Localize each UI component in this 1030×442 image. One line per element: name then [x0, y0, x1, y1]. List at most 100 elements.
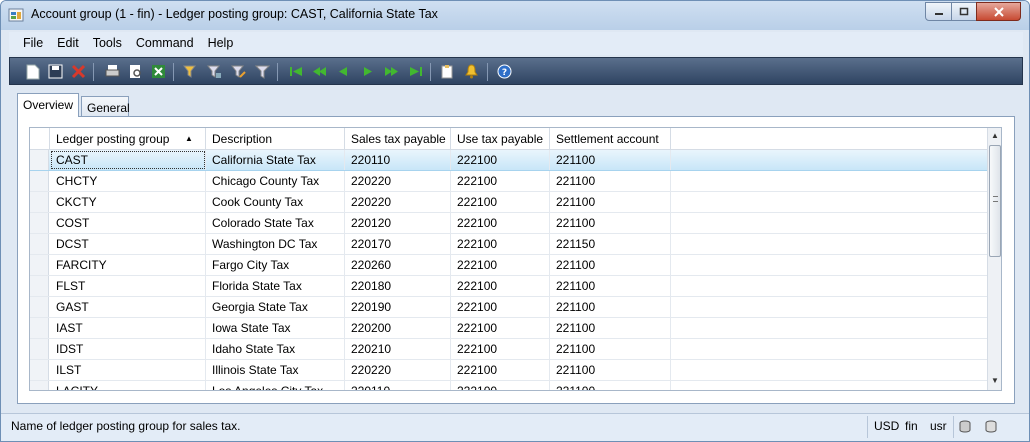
- delete-icon[interactable]: [70, 63, 87, 80]
- cell-settlement-account[interactable]: 221150: [550, 234, 671, 254]
- table-row[interactable]: CHCTY Chicago County Tax 220220 222100 22110…: [30, 171, 988, 192]
- cell-sales-tax-payable[interactable]: 220110: [345, 150, 451, 170]
- cell-description[interactable]: Colorado State Tax: [206, 213, 345, 233]
- cell-settlement-account[interactable]: 221100: [550, 255, 671, 275]
- cell-description[interactable]: Idaho State Tax: [206, 339, 345, 359]
- filter-by-selection-icon[interactable]: [182, 63, 199, 80]
- cell-sales-tax-payable[interactable]: 220260: [345, 255, 451, 275]
- row-selector[interactable]: [30, 192, 49, 212]
- cell-settlement-account[interactable]: 221100: [550, 360, 671, 380]
- table-row[interactable]: FLST Florida State Tax 220180 222100 221100: [30, 276, 988, 297]
- cell-sales-tax-payable[interactable]: 220220: [345, 360, 451, 380]
- table-row[interactable]: CAST California State Tax 220110 222100 2211…: [30, 150, 988, 171]
- save-icon[interactable]: [47, 63, 64, 80]
- column-header-sales-tax-payable[interactable]: Sales tax payable: [345, 128, 451, 150]
- cell-settlement-account[interactable]: 221100: [550, 150, 671, 170]
- menu-tools[interactable]: Tools: [86, 32, 129, 55]
- vertical-scrollbar[interactable]: ▲ ▼: [987, 128, 1001, 390]
- column-header-ledger-posting-group[interactable]: Ledger posting group ▲: [50, 128, 206, 150]
- cell-ledger-posting-group[interactable]: IDST: [50, 339, 206, 359]
- document-handling-icon[interactable]: [439, 63, 456, 80]
- cell-use-tax-payable[interactable]: 222100: [451, 276, 550, 296]
- menu-file[interactable]: File: [9, 32, 50, 55]
- cell-sales-tax-payable[interactable]: 220210: [345, 339, 451, 359]
- tab-overview[interactable]: Overview: [17, 93, 80, 117]
- row-selector[interactable]: [30, 276, 49, 296]
- cell-ledger-posting-group[interactable]: FLST: [50, 276, 206, 296]
- close-button[interactable]: [976, 2, 1021, 21]
- cell-sales-tax-payable[interactable]: 220220: [345, 171, 451, 191]
- minimize-button[interactable]: [925, 2, 952, 21]
- cell-description[interactable]: Georgia State Tax: [206, 297, 345, 317]
- menu-command[interactable]: Command: [129, 32, 201, 55]
- cell-sales-tax-payable[interactable]: 220190: [345, 297, 451, 317]
- cell-ledger-posting-group[interactable]: FARCITY: [50, 255, 206, 275]
- cell-use-tax-payable[interactable]: 222100: [451, 213, 550, 233]
- cell-settlement-account[interactable]: 221100: [550, 192, 671, 212]
- menu-help[interactable]: Help: [201, 32, 241, 55]
- cell-ledger-posting-group[interactable]: CKCTY: [50, 192, 206, 212]
- cell-description[interactable]: Cook County Tax: [206, 192, 345, 212]
- row-selector[interactable]: [30, 213, 49, 233]
- cell-use-tax-payable[interactable]: 222100: [451, 318, 550, 338]
- cell-use-tax-payable[interactable]: 222100: [451, 192, 550, 212]
- cell-description[interactable]: Fargo City Tax: [206, 255, 345, 275]
- table-row[interactable]: ILST Illinois State Tax 220220 222100 221100: [30, 360, 988, 381]
- status-company[interactable]: fin: [905, 419, 918, 433]
- cell-use-tax-payable[interactable]: 222100: [451, 234, 550, 254]
- cell-ledger-posting-group[interactable]: COST: [50, 213, 206, 233]
- next-page-icon[interactable]: [383, 63, 400, 80]
- table-row[interactable]: CKCTY Cook County Tax 220220 222100 221100: [30, 192, 988, 213]
- cell-description[interactable]: Florida State Tax: [206, 276, 345, 296]
- help-icon[interactable]: ?: [496, 63, 513, 80]
- cell-sales-tax-payable[interactable]: 220200: [345, 318, 451, 338]
- tab-general[interactable]: General: [81, 96, 130, 117]
- cell-sales-tax-payable[interactable]: 220170: [345, 234, 451, 254]
- print-preview-icon[interactable]: [127, 63, 144, 80]
- cell-ledger-posting-group[interactable]: CAST: [50, 150, 206, 170]
- table-row[interactable]: LACITY Los Angeles City Tax 220110 222100 22…: [30, 381, 988, 390]
- cell-use-tax-payable[interactable]: 222100: [451, 255, 550, 275]
- row-selector[interactable]: [30, 297, 49, 317]
- maximize-button[interactable]: [951, 2, 977, 21]
- row-selector[interactable]: [30, 171, 49, 191]
- export-excel-icon[interactable]: [150, 63, 167, 80]
- cell-settlement-account[interactable]: 221100: [550, 381, 671, 390]
- advanced-filter-icon[interactable]: [230, 63, 247, 80]
- table-row[interactable]: IDST Idaho State Tax 220210 222100 221100: [30, 339, 988, 360]
- column-header-use-tax-payable[interactable]: Use tax payable: [451, 128, 550, 150]
- row-selector[interactable]: [30, 234, 49, 254]
- cell-description[interactable]: Chicago County Tax: [206, 171, 345, 191]
- cell-use-tax-payable[interactable]: 222100: [451, 171, 550, 191]
- status-currency[interactable]: USD: [874, 419, 899, 433]
- cell-settlement-account[interactable]: 221100: [550, 318, 671, 338]
- table-row[interactable]: DCST Washington DC Tax 220170 222100 221150: [30, 234, 988, 255]
- title-bar[interactable]: Account group (1 - fin) - Ledger posting…: [1, 1, 1029, 30]
- column-header-settlement-account[interactable]: Settlement account: [550, 128, 671, 150]
- row-selector[interactable]: [30, 339, 49, 359]
- cell-settlement-account[interactable]: 221100: [550, 297, 671, 317]
- first-record-icon[interactable]: [288, 63, 305, 80]
- row-selector[interactable]: [30, 360, 49, 380]
- scroll-down-icon[interactable]: ▼: [991, 376, 999, 385]
- cell-ledger-posting-group[interactable]: LACITY: [50, 381, 206, 390]
- cell-sales-tax-payable[interactable]: 220120: [345, 213, 451, 233]
- cell-sales-tax-payable[interactable]: 220110: [345, 381, 451, 390]
- last-record-icon[interactable]: [407, 63, 424, 80]
- filter-by-grid-icon[interactable]: [206, 63, 223, 80]
- scroll-up-icon[interactable]: ▲: [991, 131, 999, 140]
- cell-use-tax-payable[interactable]: 222100: [451, 360, 550, 380]
- cell-settlement-account[interactable]: 221100: [550, 213, 671, 233]
- next-record-icon[interactable]: [359, 63, 376, 80]
- cell-settlement-account[interactable]: 221100: [550, 276, 671, 296]
- cell-description[interactable]: Los Angeles City Tax: [206, 381, 345, 390]
- new-record-icon[interactable]: [24, 63, 41, 80]
- table-row[interactable]: GAST Georgia State Tax 220190 222100 221100: [30, 297, 988, 318]
- previous-record-icon[interactable]: [335, 63, 352, 80]
- cell-ledger-posting-group[interactable]: IAST: [50, 318, 206, 338]
- table-row[interactable]: IAST Iowa State Tax 220200 222100 221100: [30, 318, 988, 339]
- cell-use-tax-payable[interactable]: 222100: [451, 381, 550, 390]
- alerts-icon[interactable]: [463, 63, 480, 80]
- cell-description[interactable]: Washington DC Tax: [206, 234, 345, 254]
- print-icon[interactable]: [104, 63, 121, 80]
